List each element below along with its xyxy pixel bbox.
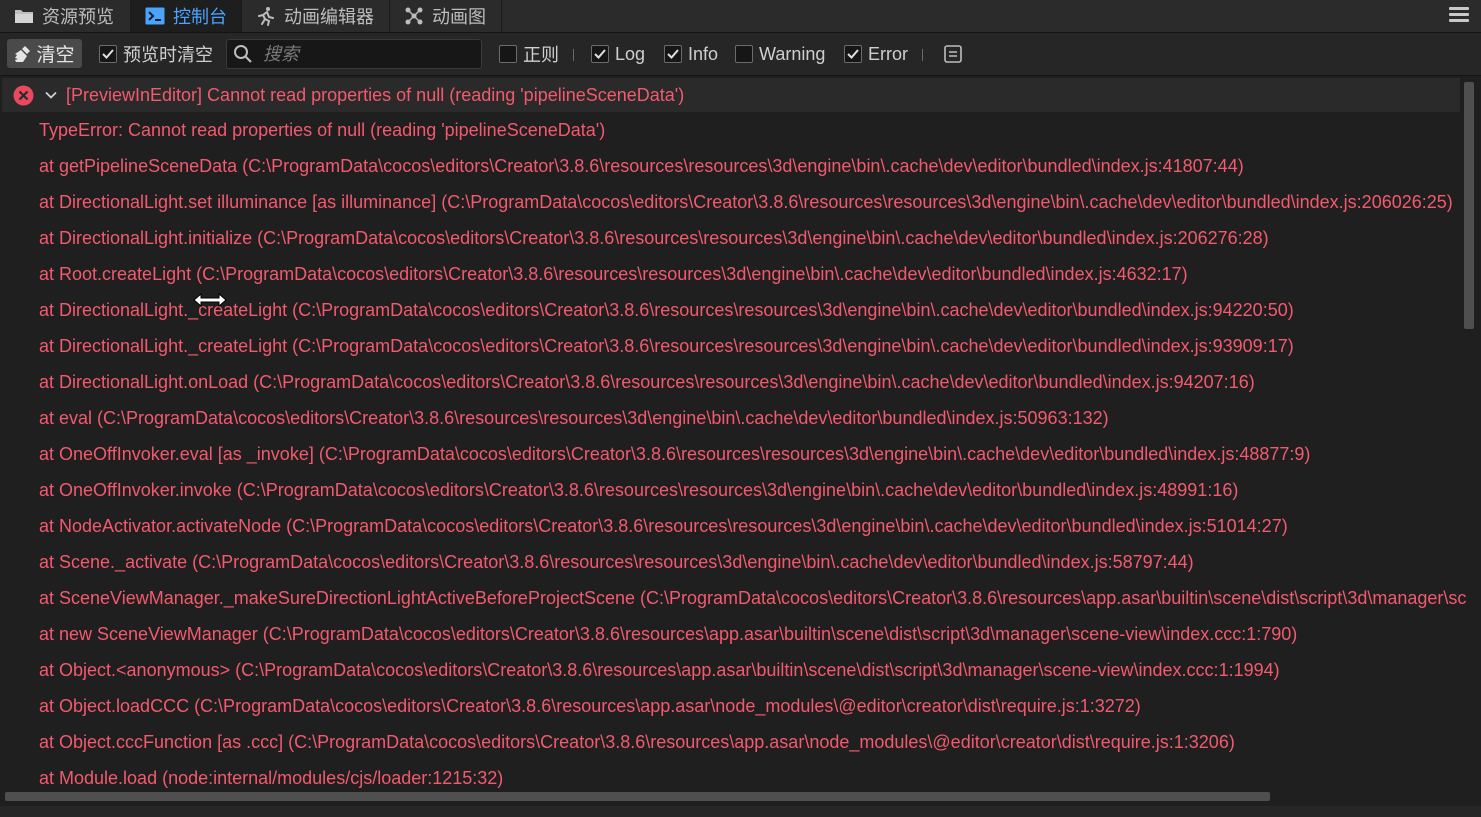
regex-checkbox[interactable]: 正则 [499, 43, 559, 65]
stack-line: at Object.cccFunction [as .ccc] (C:\Prog… [39, 732, 1235, 752]
tab-label: 资源预览 [42, 7, 114, 27]
stack-line: at Scene._activate (C:\ProgramData\cocos… [39, 552, 1194, 572]
warning-filter-checkbox[interactable]: Warning [735, 43, 825, 65]
running-man-icon [256, 6, 276, 26]
tab-label: 动画图 [432, 7, 486, 27]
tab-assets-preview[interactable]: 资源预览 [0, 0, 131, 32]
stack-line: at Module.load (node:internal/modules/cj… [39, 768, 504, 788]
error-filter-checkbox[interactable]: Error [844, 43, 908, 65]
info-filter-checkbox[interactable]: Info [664, 43, 718, 65]
search-input[interactable] [261, 42, 465, 66]
toolbar-divider [922, 49, 923, 61]
console-toolbar: 清空 预览时清空 正则 Log Info Warning [0, 33, 1481, 76]
terminal-icon [145, 6, 165, 26]
stack-line: at OneOffInvoker.invoke (C:\ProgramData\… [39, 480, 1239, 500]
preview-clear-checkbox[interactable]: 预览时清空 [99, 43, 213, 65]
stack-line: at new SceneViewManager (C:\ProgramData\… [39, 624, 1298, 644]
checkbox-checked-icon [844, 45, 862, 63]
tab-console[interactable]: 控制台 [131, 0, 242, 32]
error-circle-icon [13, 85, 34, 106]
folder-icon [14, 6, 34, 26]
stack-line: at DirectionalLight.set illuminance [as … [39, 192, 1453, 212]
search-box[interactable] [226, 39, 482, 69]
preview-clear-label: 预览时清空 [123, 45, 213, 65]
clear-label: 清空 [36, 45, 75, 66]
chevron-down-icon[interactable] [44, 88, 58, 102]
warning-label: Warning [759, 43, 826, 64]
horizontal-scrollbar[interactable] [5, 792, 1270, 801]
stack-line: at Object.loadCCC (C:\ProgramData\cocos\… [39, 696, 1141, 716]
hamburger-menu-icon[interactable] [1449, 7, 1469, 25]
tab-animation-editor[interactable]: 动画编辑器 [242, 0, 390, 32]
graph-icon [404, 6, 424, 26]
stack-line: at Root.createLight (C:\ProgramData\coco… [39, 264, 1188, 284]
info-label: Info [688, 43, 719, 64]
log-filter-checkbox[interactable]: Log [591, 43, 645, 65]
error-label: Error [868, 43, 908, 64]
broom-icon [14, 45, 32, 63]
panel-tab-bar: 资源预览 控制台 动画编辑器 动画图 [0, 0, 1481, 33]
stack-line: at OneOffInvoker.eval [as _invoke] (C:\P… [39, 444, 1311, 464]
panel-bottom-edge [0, 806, 1481, 817]
stack-line: at Object.<anonymous> (C:\ProgramData\co… [39, 660, 1280, 680]
tab-label: 动画编辑器 [284, 7, 374, 27]
collapse-all-icon[interactable] [943, 44, 963, 69]
stack-line: TypeError: Cannot read properties of nul… [39, 120, 606, 140]
checkbox-unchecked-icon [735, 45, 753, 63]
stack-line: at DirectionalLight.initialize (C:\Progr… [39, 228, 1269, 248]
regex-label: 正则 [523, 45, 559, 65]
resize-horizontal-cursor-icon [193, 292, 227, 308]
toolbar-divider [573, 49, 574, 61]
console-log-list[interactable]: [PreviewInEditor] Cannot read properties… [0, 76, 1481, 806]
tab-label: 控制台 [173, 7, 227, 27]
stack-line: at DirectionalLight.onLoad (C:\ProgramDa… [39, 372, 1255, 392]
log-label: Log [615, 43, 646, 64]
clear-button[interactable]: 清空 [7, 39, 82, 68]
checkbox-checked-icon [99, 45, 117, 63]
log-entry-message: [PreviewInEditor] Cannot read properties… [66, 84, 685, 105]
stack-line: at DirectionalLight._createLight (C:\Pro… [39, 300, 1294, 320]
stack-line: at NodeActivator.activateNode (C:\Progra… [39, 516, 1288, 536]
checkbox-checked-icon [591, 45, 609, 63]
checkbox-unchecked-icon [499, 45, 517, 63]
checkbox-checked-icon [664, 45, 682, 63]
stack-line: at SceneViewManager._makeSureDirectionLi… [39, 588, 1467, 608]
log-entry-header[interactable]: [PreviewInEditor] Cannot read properties… [2, 78, 1460, 112]
vertical-scrollbar[interactable] [1464, 82, 1474, 329]
stack-line: at DirectionalLight._createLight (C:\Pro… [39, 336, 1294, 356]
stack-line: at getPipelineSceneData (C:\ProgramData\… [39, 156, 1244, 176]
stack-line: at eval (C:\ProgramData\cocos\editors\Cr… [39, 408, 1109, 428]
tab-animation-graph[interactable]: 动画图 [390, 0, 502, 32]
search-icon [233, 44, 253, 64]
